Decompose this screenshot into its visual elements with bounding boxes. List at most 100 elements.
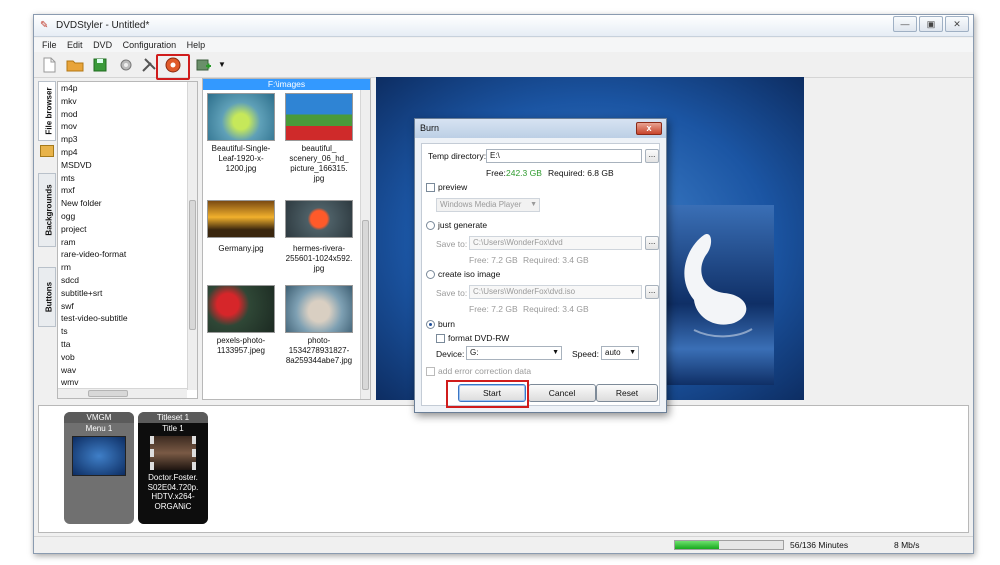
- file-list-item[interactable]: MSDVD: [58, 159, 186, 172]
- cancel-button[interactable]: Cancel: [528, 384, 596, 402]
- iso-save-to-field[interactable]: C:\Users\WonderFox\dvd.iso: [469, 285, 642, 299]
- file-list-vscroll[interactable]: [187, 82, 197, 390]
- iso-browse-button[interactable]: ...: [645, 285, 659, 299]
- file-list-item[interactable]: mov: [58, 120, 186, 133]
- title-bar: ✎ DVDStyler - Untitled* — ▣ ✕: [34, 15, 973, 37]
- file-list-item[interactable]: swf: [58, 300, 186, 313]
- menu-file[interactable]: File: [42, 38, 57, 52]
- chevron-down-icon: ▼: [629, 349, 636, 356]
- generate-save-to-label: Save to:: [436, 239, 468, 249]
- burn-dialog: Burn x Temp directory: E:\ ... Free: 242…: [414, 118, 667, 413]
- video-thumbnail[interactable]: [150, 436, 196, 470]
- tab-buttons[interactable]: Buttons: [38, 267, 56, 327]
- gallery-path: F:\images: [203, 79, 370, 90]
- temp-browse-button[interactable]: ...: [645, 149, 659, 163]
- maximize-button[interactable]: ▣: [919, 16, 943, 32]
- file-list-item[interactable]: ts: [58, 325, 186, 338]
- create-iso-label: create iso image: [438, 269, 501, 279]
- device-select[interactable]: G: ▼: [466, 346, 562, 360]
- gallery-item[interactable]: Germany.jpg: [205, 200, 277, 254]
- file-list-item[interactable]: mp3: [58, 133, 186, 146]
- menu-dvd[interactable]: DVD: [93, 38, 112, 52]
- file-list-item[interactable]: subtitle+srt: [58, 287, 186, 300]
- side-tabs: File browser Backgrounds Buttons: [38, 81, 56, 407]
- file-list-item[interactable]: test-video-subtitle: [58, 312, 186, 325]
- scroll-thumb[interactable]: [362, 220, 369, 390]
- gallery-vscroll[interactable]: [360, 90, 370, 399]
- save-icon[interactable]: [91, 56, 109, 74]
- folder-icon[interactable]: [40, 145, 54, 157]
- tab-file-browser[interactable]: File browser: [38, 81, 56, 141]
- gallery-item[interactable]: pexels-photo- 1133957.jpeg: [205, 285, 277, 356]
- gallery-item[interactable]: Beautiful-Single- Leaf-1920-x- 1200.jpg: [205, 93, 277, 174]
- create-iso-radio[interactable]: [426, 270, 435, 279]
- generate-free: Free: 7.2 GB: [469, 255, 518, 265]
- gallery-item-name: Germany.jpg: [218, 244, 264, 253]
- file-list-item[interactable]: ogg: [58, 210, 186, 223]
- reset-button[interactable]: Reset: [596, 384, 658, 402]
- iso-save-to-label: Save to:: [436, 288, 468, 298]
- format-dvdrw-checkbox[interactable]: [436, 334, 445, 343]
- add-file-icon[interactable]: [194, 56, 212, 74]
- file-list-item[interactable]: mxf: [58, 184, 186, 197]
- generate-browse-button[interactable]: ...: [645, 236, 659, 250]
- file-list-item[interactable]: ram: [58, 236, 186, 249]
- file-list-item[interactable]: vob: [58, 351, 186, 364]
- temp-directory-field[interactable]: E:\: [486, 149, 642, 163]
- vmgm-card[interactable]: VMGM Menu 1: [64, 412, 134, 524]
- dropdown-arrow-icon[interactable]: ▼: [218, 60, 226, 69]
- titleset-card[interactable]: Titleset 1 Title 1 Doctor.Foster. S02E04…: [138, 412, 208, 524]
- menu-thumbnail[interactable]: [72, 436, 126, 476]
- bitrate-status: 8 Mb/s: [894, 540, 920, 550]
- tab-backgrounds[interactable]: Backgrounds: [38, 173, 56, 247]
- thumbnail-flower: [285, 200, 353, 238]
- file-list-item[interactable]: mp4: [58, 146, 186, 159]
- file-list-item[interactable]: project: [58, 223, 186, 236]
- file-list-item[interactable]: rm: [58, 261, 186, 274]
- start-button-highlight: [446, 380, 529, 408]
- close-button[interactable]: ✕: [945, 16, 969, 32]
- thumbnail-scenery: [285, 93, 353, 141]
- required-value: Required: 6.8 GB: [548, 168, 614, 178]
- file-list-hscroll[interactable]: [58, 388, 187, 398]
- app-icon: ✎: [40, 20, 49, 31]
- gallery-item[interactable]: hermes-rivera- 255601-1024x592. jpg: [283, 200, 355, 274]
- burn-dialog-titlebar: Burn x: [415, 119, 666, 138]
- menu-help[interactable]: Help: [187, 38, 206, 52]
- scroll-thumb[interactable]: [189, 200, 196, 330]
- generate-required: Required: 3.4 GB: [523, 255, 589, 265]
- file-list-item[interactable]: wav: [58, 364, 186, 377]
- speed-label: Speed:: [572, 349, 599, 359]
- gallery-item-name: pexels-photo- 1133957.jpeg: [216, 336, 266, 355]
- file-list-item[interactable]: New folder: [58, 197, 186, 210]
- file-list-item[interactable]: tta: [58, 338, 186, 351]
- gallery-item[interactable]: photo- 1534278931827- 8a259344abe7.jpg: [283, 285, 355, 366]
- menu-edit[interactable]: Edit: [67, 38, 83, 52]
- menu-configuration[interactable]: Configuration: [123, 38, 177, 52]
- dialog-close-button[interactable]: x: [636, 122, 662, 135]
- menu-bar: File Edit DVD Configuration Help: [34, 38, 973, 52]
- speed-select[interactable]: auto ▼: [601, 346, 639, 360]
- file-list-item[interactable]: m4p: [58, 82, 186, 95]
- thumbnail-leaf: [207, 93, 275, 141]
- file-list-item[interactable]: rare-video-format: [58, 248, 186, 261]
- gallery-item[interactable]: beautiful_ scenery_06_hd_ picture_166315…: [283, 93, 355, 184]
- preview-label: preview: [438, 182, 468, 192]
- file-list-item[interactable]: mts: [58, 172, 186, 185]
- player-select[interactable]: Windows Media Player ▼: [436, 198, 540, 212]
- progress-fill: [675, 541, 720, 549]
- menu1-label: Menu 1: [85, 424, 113, 433]
- preview-checkbox[interactable]: [426, 183, 435, 192]
- generate-save-to-field[interactable]: C:\Users\WonderFox\dvd: [469, 236, 642, 250]
- open-folder-icon[interactable]: [66, 56, 84, 74]
- settings-icon[interactable]: [117, 56, 135, 74]
- file-list-item[interactable]: sdcd: [58, 274, 186, 287]
- burn-radio[interactable]: [426, 320, 435, 329]
- scroll-thumb[interactable]: [88, 390, 128, 397]
- toolbar: ▼: [34, 52, 973, 80]
- file-list-item[interactable]: mod: [58, 108, 186, 121]
- just-generate-radio[interactable]: [426, 221, 435, 230]
- file-list-item[interactable]: mkv: [58, 95, 186, 108]
- error-correction-checkbox[interactable]: [426, 367, 435, 376]
- minimize-button[interactable]: —: [893, 16, 917, 32]
